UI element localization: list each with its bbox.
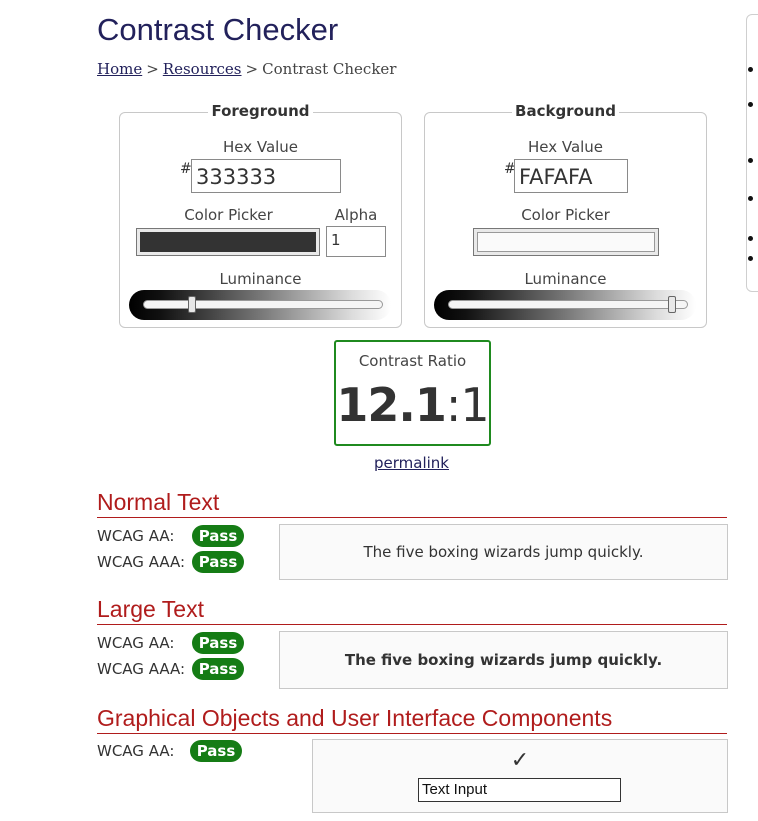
foreground-luminance-slider[interactable] [129, 290, 391, 320]
graphical-objects-sample: ✓ Text Input [312, 739, 728, 813]
large-text-heading: Large Text [97, 596, 727, 625]
page-title: Contrast Checker [97, 12, 339, 47]
background-luminance-label: Luminance [524, 270, 607, 288]
graphical-aa-label: WCAG AA: [97, 742, 175, 760]
large-aa-label: WCAG AA: [97, 634, 175, 652]
sidebar-bullet [748, 256, 753, 261]
normal-text-heading: Normal Text [97, 489, 727, 518]
contrast-ratio-box: Contrast Ratio 12.1:1 [334, 340, 491, 446]
background-luminance-slider[interactable] [434, 290, 696, 320]
foreground-luminance-thumb[interactable] [187, 296, 196, 313]
foreground-swatch-fill [140, 232, 316, 252]
breadcrumb-separator: > [146, 60, 159, 78]
alpha-label: Alpha [334, 206, 378, 224]
background-hex-input[interactable]: FAFAFA [514, 159, 628, 193]
normal-aaa-pass-badge: Pass [192, 551, 244, 573]
contrast-ratio-main: 12.1 [336, 378, 446, 432]
background-hex-label: Hex Value [527, 138, 604, 156]
background-legend: Background [425, 102, 706, 120]
breadcrumb-current: Contrast Checker [262, 60, 397, 78]
large-text-sample: The five boxing wizards jump quickly. [279, 631, 728, 689]
graphical-aa-pass-badge: Pass [190, 740, 242, 762]
sidebar-panel [746, 14, 758, 292]
contrast-ratio-value: 12.1:1 [336, 378, 489, 432]
background-color-picker-label: Color Picker [521, 206, 610, 224]
foreground-color-picker-label: Color Picker [184, 206, 273, 224]
foreground-panel: Foreground Hex Value # 333333 Color Pick… [119, 102, 402, 328]
background-color-picker[interactable] [473, 228, 659, 256]
foreground-color-picker[interactable] [136, 228, 320, 256]
breadcrumb-link-resources[interactable]: Resources [163, 60, 242, 78]
background-luminance-track [448, 300, 688, 309]
breadcrumb-separator: > [245, 60, 259, 78]
sidebar-bullet [748, 102, 753, 107]
checkmark-icon: ✓ [510, 748, 530, 773]
foreground-hex-label: Hex Value [222, 138, 299, 156]
sidebar-bullet [748, 158, 753, 163]
permalink-link[interactable]: permalink [374, 454, 449, 472]
sidebar-bullet [748, 67, 753, 72]
normal-text-sample: The five boxing wizards jump quickly. [279, 524, 728, 580]
foreground-luminance-label: Luminance [219, 270, 302, 288]
foreground-legend: Foreground [120, 102, 401, 120]
sample-text-input[interactable]: Text Input [418, 778, 621, 802]
foreground-hash: # [180, 161, 192, 177]
alpha-input[interactable]: 1 [326, 226, 386, 257]
background-luminance-thumb[interactable] [667, 296, 676, 313]
sidebar-bullet [748, 196, 753, 201]
large-aaa-pass-badge: Pass [192, 658, 244, 680]
sidebar-bullet [748, 236, 753, 241]
contrast-ratio-suffix: :1 [445, 378, 490, 432]
normal-aa-label: WCAG AA: [97, 527, 175, 545]
breadcrumb-link-home[interactable]: Home [97, 60, 142, 78]
large-aaa-label: WCAG AAA: [97, 660, 186, 678]
background-swatch-fill [477, 232, 655, 252]
foreground-luminance-track [143, 300, 383, 309]
normal-aa-pass-badge: Pass [192, 525, 244, 547]
contrast-ratio-label: Contrast Ratio [358, 352, 467, 370]
large-aa-pass-badge: Pass [192, 632, 244, 654]
foreground-hex-input[interactable]: 333333 [191, 159, 341, 193]
background-panel: Background Hex Value # FAFAFA Color Pick… [424, 102, 707, 328]
breadcrumb: Home > Resources > Contrast Checker [97, 60, 396, 78]
graphical-objects-heading: Graphical Objects and User Interface Com… [97, 705, 727, 734]
normal-aaa-label: WCAG AAA: [97, 553, 186, 571]
